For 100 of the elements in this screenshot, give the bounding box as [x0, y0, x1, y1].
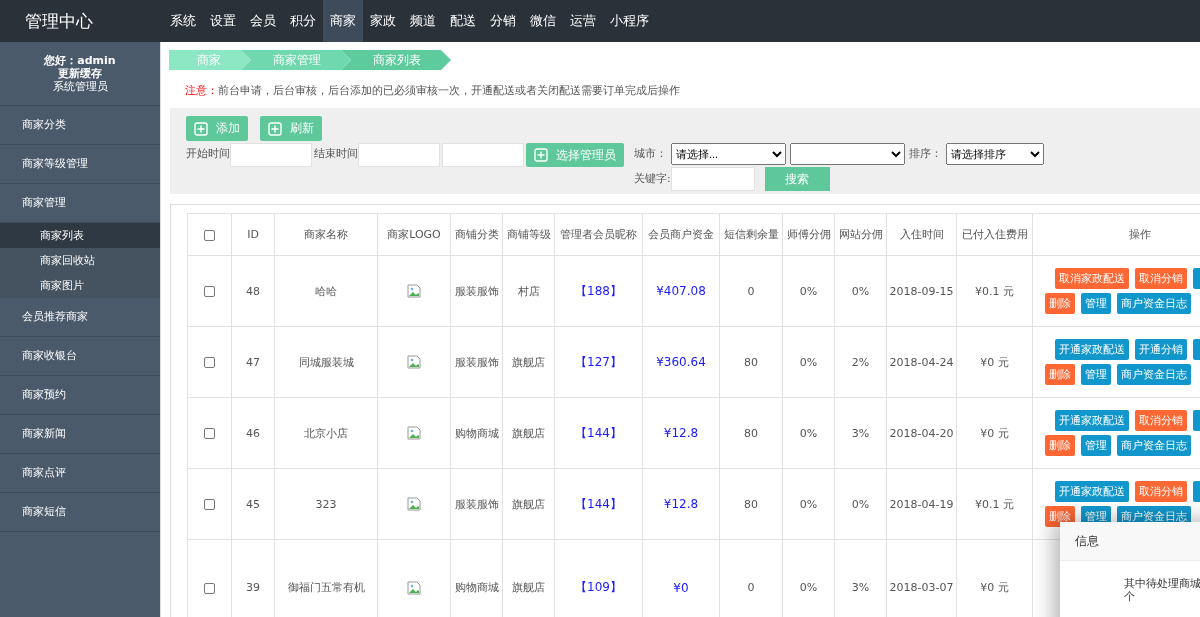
table-cell: 0% — [782, 468, 835, 540]
broken-image-icon — [407, 355, 421, 369]
table-cell: 服装服饰 — [450, 255, 503, 327]
nav-tab[interactable]: 分销 — [483, 0, 523, 42]
nav-tab[interactable]: 运营 — [563, 0, 603, 42]
broken-image-icon — [407, 580, 421, 595]
table-cell: 村店 — [502, 255, 555, 327]
table-cell: 同城服装城 — [274, 326, 378, 398]
table-cell: 哈哈 — [274, 255, 378, 327]
table-cell: 旗舰店 — [502, 468, 555, 540]
funds-link[interactable]: ¥12.8 — [642, 397, 720, 469]
nav-tab[interactable]: 商家 — [323, 0, 363, 42]
end-time-field[interactable] — [358, 143, 440, 167]
nav-tab[interactable]: 积分 — [283, 0, 323, 42]
row-checkbox[interactable] — [204, 499, 215, 510]
table-cell: 0% — [782, 397, 835, 469]
nav-tab[interactable]: 会员 — [243, 0, 283, 42]
sidebar-subitem[interactable]: 商家回收站 — [0, 248, 160, 273]
row-checkbox[interactable] — [204, 357, 215, 368]
table-cell: 2018-04-19 — [886, 468, 957, 540]
app-logo: 管理中心 — [24, 10, 94, 33]
table-cell: ¥0.1 元 — [956, 255, 1033, 327]
row-checkbox[interactable] — [204, 582, 215, 594]
table-cell: 80 — [719, 468, 783, 540]
district-select[interactable] — [790, 143, 905, 165]
row-checkbox[interactable] — [204, 428, 215, 439]
column-header: 师傅分佣 — [782, 213, 835, 256]
row-checkbox[interactable] — [204, 286, 215, 297]
table-cell: 2018-09-15 — [886, 255, 957, 327]
refresh-cache-link[interactable]: 更新缓存 — [58, 67, 102, 80]
table-cell: 服装服饰 — [450, 468, 503, 540]
funds-link[interactable]: ¥12.8 — [642, 468, 720, 540]
column-header: 操作 — [1032, 213, 1200, 256]
dialog-message: 其中待处理商城 — [1124, 577, 1200, 590]
column-header: 商铺分类 — [450, 213, 503, 256]
end-time-label: 结束时间 — [314, 146, 358, 162]
funds-link[interactable]: ¥407.08 — [642, 255, 720, 327]
table-cell: 服装服饰 — [450, 326, 503, 398]
funds-link[interactable]: ¥360.64 — [642, 326, 720, 398]
keyword-field[interactable] — [670, 167, 755, 191]
broken-image-icon — [407, 284, 421, 298]
column-header: 管理者会员昵称 — [554, 213, 643, 256]
table-cell: 3% — [834, 397, 887, 469]
table-cell: ¥0 元 — [956, 397, 1033, 469]
table-cell: ¥0.1 元 — [956, 468, 1033, 540]
table-cell: ¥0 元 — [956, 326, 1033, 398]
column-header: 商家LOGO — [377, 213, 451, 256]
broken-image-icon — [407, 497, 421, 511]
nickname-link[interactable]: 【144】 — [554, 468, 643, 540]
table-cell: 323 — [274, 468, 378, 540]
table-cell: 购物商城 — [450, 397, 503, 469]
role-text: 系统管理员 — [52, 80, 108, 93]
table-cell: 0% — [782, 326, 835, 398]
nickname-link[interactable]: 【144】 — [554, 397, 643, 469]
nav-tab[interactable]: 频道 — [403, 0, 443, 42]
manager-field[interactable] — [442, 143, 524, 167]
table-cell: 48 — [231, 255, 275, 327]
table-cell: 47 — [231, 326, 275, 398]
plus-icon — [194, 121, 208, 136]
table-cell: 0 — [719, 255, 783, 327]
nav-tab[interactable]: 家政 — [363, 0, 403, 42]
nickname-link[interactable]: 【188】 — [554, 255, 643, 327]
sidebar-subitem[interactable]: 商家图片 — [0, 273, 160, 298]
nav-tab[interactable]: 系统 — [163, 0, 203, 42]
table-cell: 0% — [834, 255, 887, 327]
select-all-checkbox[interactable] — [204, 229, 215, 241]
sidebar-subitem[interactable]: 商家列表 — [0, 223, 160, 248]
city-select[interactable]: 请选择... — [671, 143, 786, 165]
column-header: 网站分佣 — [834, 213, 887, 256]
sort-select[interactable]: 请选择排序 — [946, 143, 1044, 165]
plus-icon — [534, 148, 548, 162]
table-cell: 旗舰店 — [502, 326, 555, 398]
nav-tab[interactable]: 配送 — [443, 0, 483, 42]
table-cell: 旗舰店 — [502, 397, 555, 469]
dialog-title: 信息 — [1075, 534, 1099, 548]
nav-tab[interactable]: 小程序 — [603, 0, 656, 42]
notice-text: 注意：前台申请，后台审核，后台添加的已必须审核一次，开通配送或者关闭配送需要订单完成后操作 — [185, 83, 681, 98]
nav-tab[interactable]: 微信 — [523, 0, 563, 42]
table-cell: 80 — [719, 326, 783, 398]
nav-tab[interactable]: 设置 — [203, 0, 243, 42]
sort-label: 排序： — [909, 146, 942, 162]
table-cell: 80 — [719, 397, 783, 469]
column-header: 已付入住费用 — [956, 213, 1033, 256]
column-header: 入住时间 — [886, 213, 957, 256]
column-header: ID — [231, 213, 275, 256]
table-cell: 2018-04-20 — [886, 397, 957, 469]
column-header: 商家名称 — [274, 213, 378, 256]
table-cell: 0% — [834, 468, 887, 540]
city-label: 城市： — [634, 146, 667, 162]
column-header: 短信剩余量 — [719, 213, 783, 256]
table-cell: 46 — [231, 397, 275, 469]
greeting-text: 您好：admin — [44, 54, 116, 67]
start-time-label: 开始时间 — [186, 146, 230, 162]
dialog-message: 个 — [1124, 590, 1136, 603]
nickname-link[interactable]: 【127】 — [554, 326, 643, 398]
column-header: 会员商户资金 — [642, 213, 720, 256]
start-time-field[interactable] — [230, 143, 312, 167]
table-cell: 北京小店 — [274, 397, 378, 469]
table-cell: 45 — [231, 468, 275, 540]
plus-icon — [268, 121, 282, 136]
